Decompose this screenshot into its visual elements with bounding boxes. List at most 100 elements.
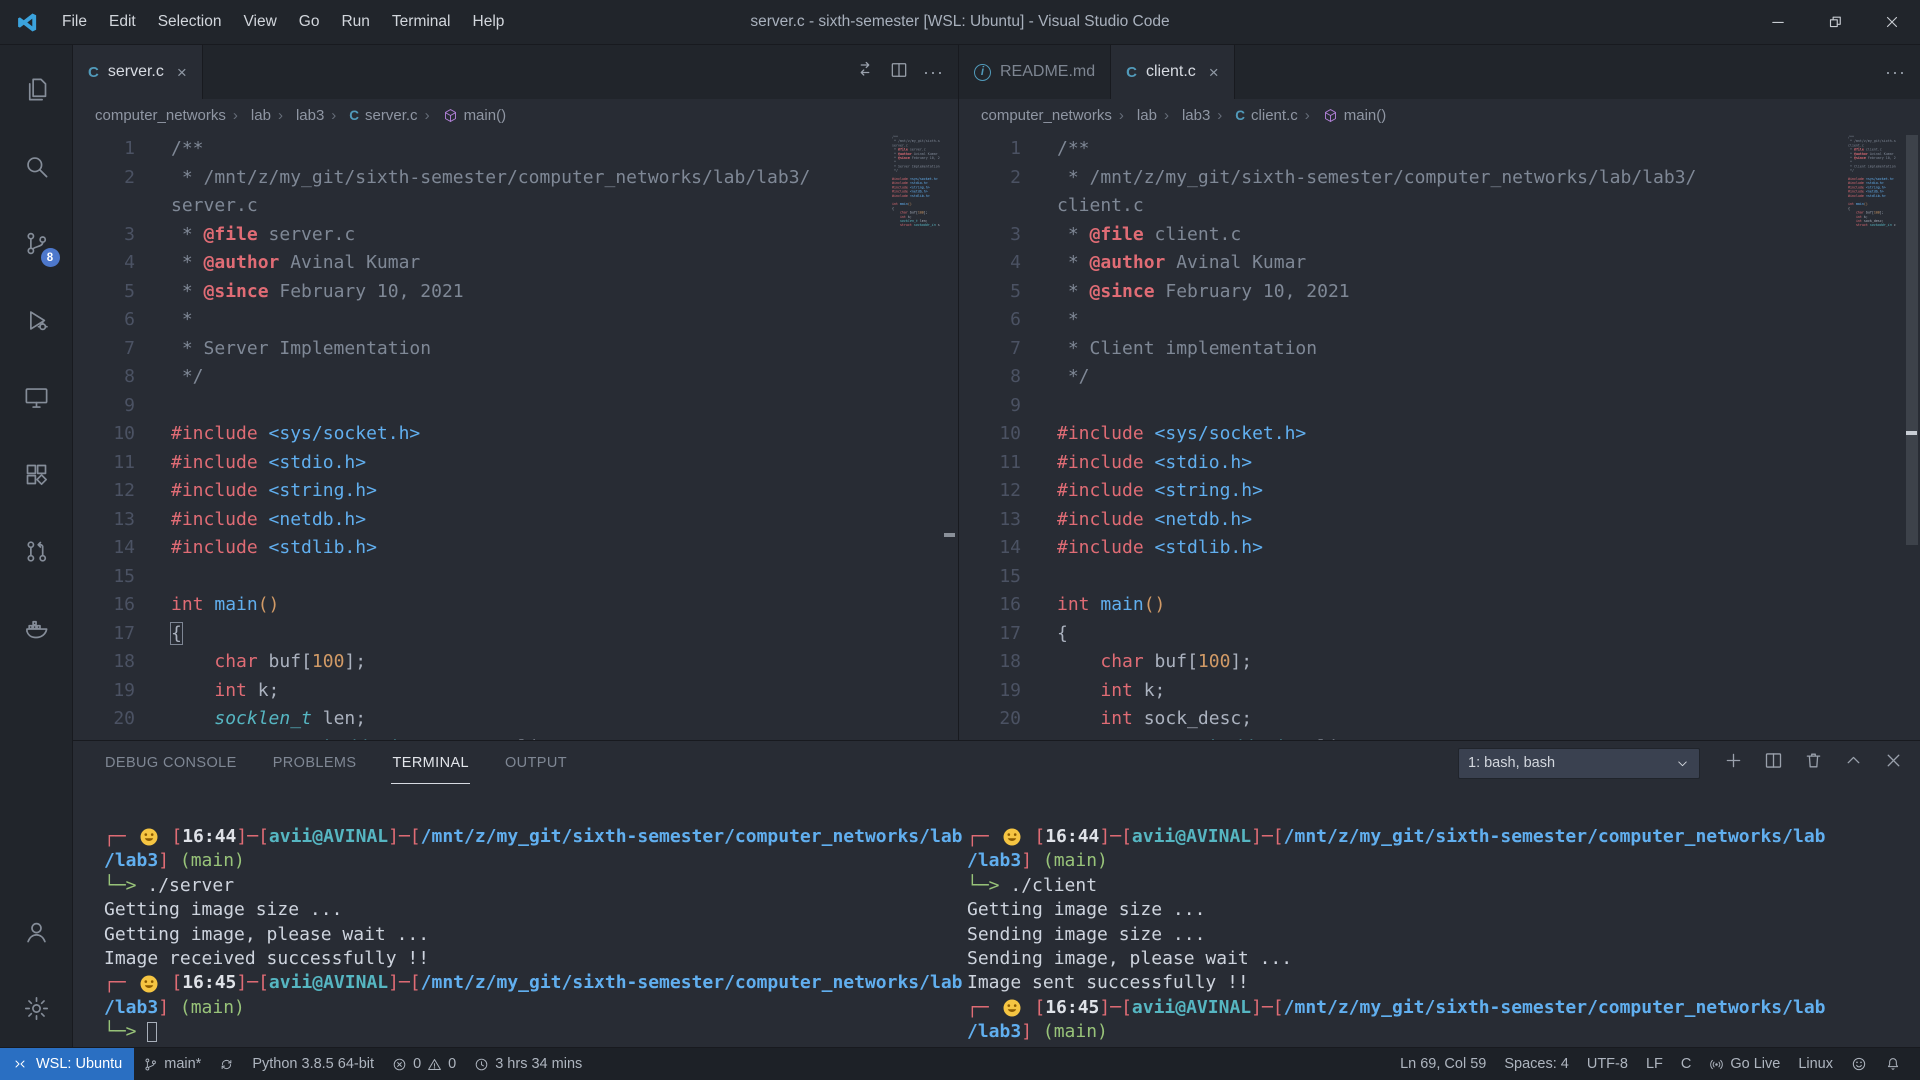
terminal-line[interactable]: ┌─ [16:44]─[avii@AVINAL]─[/mnt/z/my_git/…	[967, 825, 1912, 849]
terminal-server[interactable]: ┌─ [16:44]─[avii@AVINAL]─[/mnt/z/my_git/…	[104, 825, 962, 1044]
terminal-line[interactable]: /lab3] (main)	[967, 1020, 1912, 1044]
new-terminal-icon[interactable]	[1723, 750, 1744, 776]
code-line[interactable]: 10#include <sys/socket.h>	[959, 420, 1920, 449]
breadcrumb-symbol[interactable]: main()	[1305, 107, 1387, 124]
code-line[interactable]: 7 * Client implementation	[959, 335, 1920, 364]
code-line[interactable]: 20 int sock_desc;	[959, 705, 1920, 734]
breadcrumb-folder[interactable]: lab3	[1164, 107, 1210, 124]
notifications-bell-icon[interactable]	[1876, 1056, 1910, 1072]
extensions-icon[interactable]	[0, 436, 73, 513]
close-tab-icon[interactable]: ×	[177, 64, 187, 81]
terminal-line[interactable]: Image sent successfully !!	[967, 971, 1912, 995]
breadcrumb-folder[interactable]: lab	[1119, 107, 1157, 124]
run-debug-icon[interactable]	[0, 282, 73, 359]
code-line[interactable]: 8 */	[73, 363, 958, 392]
code-line[interactable]: 19 int k;	[959, 677, 1920, 706]
terminal-line[interactable]: Getting image, please wait ...	[104, 923, 962, 947]
breadcrumb-folder[interactable]: lab3	[278, 107, 324, 124]
eol-status[interactable]: LF	[1637, 1056, 1672, 1072]
code-line[interactable]: 15	[959, 563, 1920, 592]
code-line[interactable]: 14#include <stdlib.h>	[959, 534, 1920, 563]
language-mode-status[interactable]: C	[1672, 1056, 1700, 1072]
code-time-status[interactable]: 3 hrs 34 mins	[465, 1056, 591, 1072]
breadcrumb-folder[interactable]: computer_networks	[981, 107, 1112, 124]
code-line[interactable]: 6 *	[959, 306, 1920, 335]
accounts-icon[interactable]	[0, 893, 73, 970]
code-line[interactable]: 9	[73, 392, 958, 421]
menu-go[interactable]: Go	[288, 8, 331, 36]
code-line[interactable]: 13#include <netdb.h>	[73, 506, 958, 535]
code-editor-server[interactable]: 1/**2 * /mnt/z/my_git/sixth-semester/com…	[73, 131, 958, 740]
panel-tab-debug-console[interactable]: DEBUG CONSOLE	[104, 743, 238, 784]
breadcrumb-symbol[interactable]: main()	[425, 107, 507, 124]
tab-readme-md[interactable]: i README.md	[959, 45, 1111, 99]
maximize-panel-icon[interactable]	[1843, 750, 1864, 776]
encoding-status[interactable]: UTF-8	[1578, 1056, 1637, 1072]
tab-server-c[interactable]: C server.c ×	[73, 45, 203, 99]
terminal-client[interactable]: ┌─ [16:44]─[avii@AVINAL]─[/mnt/z/my_git/…	[967, 825, 1912, 1044]
code-line[interactable]: 15	[73, 563, 958, 592]
code-line[interactable]: 17{	[73, 620, 958, 649]
search-icon[interactable]	[0, 128, 73, 205]
code-line[interactable]: 4 * @author Avinal Kumar	[73, 249, 958, 278]
breadcrumb-folder[interactable]: lab	[233, 107, 271, 124]
minimap[interactable]: /** * /mnt/z/my_git/sixth-semester/compu…	[1848, 135, 1896, 435]
close-tab-icon[interactable]: ×	[1209, 64, 1219, 81]
restore-button[interactable]	[1806, 0, 1863, 44]
menu-file[interactable]: File	[51, 8, 98, 36]
terminal-line[interactable]: /lab3] (main)	[104, 849, 962, 873]
close-panel-icon[interactable]	[1883, 750, 1904, 776]
code-line[interactable]: 7 * Server Implementation	[73, 335, 958, 364]
menu-run[interactable]: Run	[330, 8, 380, 36]
go-live-status[interactable]: Go Live	[1700, 1056, 1789, 1072]
remote-explorer-icon[interactable]	[0, 359, 73, 436]
code-line[interactable]: 1/**	[73, 135, 958, 164]
feedback-smiley-icon[interactable]	[1842, 1056, 1876, 1072]
tab-client-c[interactable]: C client.c ×	[1111, 45, 1235, 99]
code-line[interactable]: 2 * /mnt/z/my_git/sixth-semester/compute…	[73, 164, 958, 193]
minimize-button[interactable]	[1749, 0, 1806, 44]
code-line[interactable]: 3 * @file client.c	[959, 221, 1920, 250]
code-line[interactable]: 17{	[959, 620, 1920, 649]
code-line[interactable]: 4 * @author Avinal Kumar	[959, 249, 1920, 278]
close-window-button[interactable]	[1863, 0, 1920, 44]
docker-icon[interactable]	[0, 590, 73, 667]
code-line[interactable]: 12#include <string.h>	[73, 477, 958, 506]
editor-scrollbar[interactable]	[1906, 135, 1918, 545]
terminal-line[interactable]: /lab3] (main)	[104, 996, 962, 1020]
code-line[interactable]: 13#include <netdb.h>	[959, 506, 1920, 535]
sync-status[interactable]	[210, 1057, 243, 1072]
github-pr-icon[interactable]	[0, 513, 73, 590]
python-interpreter-status[interactable]: Python 3.8.5 64-bit	[243, 1056, 383, 1072]
code-line[interactable]: 9	[959, 392, 1920, 421]
terminal-picker[interactable]: 1: bash, bash	[1458, 748, 1700, 779]
code-editor-client[interactable]: 1/**2 * /mnt/z/my_git/sixth-semester/com…	[959, 131, 1920, 740]
terminal-line[interactable]: └─> ./server	[104, 874, 962, 898]
more-actions-icon[interactable]: ···	[923, 62, 944, 83]
open-changes-icon[interactable]	[855, 60, 875, 85]
terminal-line[interactable]: ┌─ [16:45]─[avii@AVINAL]─[/mnt/z/my_git/…	[967, 996, 1912, 1020]
panel-tab-terminal[interactable]: TERMINAL	[391, 743, 470, 784]
cursor-position-status[interactable]: Ln 69, Col 59	[1391, 1056, 1495, 1072]
indentation-status[interactable]: Spaces: 4	[1495, 1056, 1578, 1072]
terminal-line[interactable]: /lab3] (main)	[967, 849, 1912, 873]
menu-selection[interactable]: Selection	[147, 8, 233, 36]
code-line[interactable]: 11#include <stdio.h>	[959, 449, 1920, 478]
code-line[interactable]: 2 * /mnt/z/my_git/sixth-semester/compute…	[959, 164, 1920, 193]
menu-terminal[interactable]: Terminal	[381, 8, 462, 36]
more-actions-icon[interactable]: ···	[1885, 62, 1906, 83]
code-line[interactable]: 6 *	[73, 306, 958, 335]
breadcrumb-file[interactable]: C server.c	[331, 107, 417, 124]
terminal-line[interactable]: └─>	[104, 1020, 962, 1044]
source-control-icon[interactable]: 8	[0, 205, 73, 282]
minimap[interactable]: /** * /mnt/z/my_git/sixth-semester/compu…	[892, 135, 940, 435]
terminal-line[interactable]: ┌─ [16:45]─[avii@AVINAL]─[/mnt/z/my_git/…	[104, 971, 962, 995]
code-line[interactable]: 18 char buf[100];	[73, 648, 958, 677]
code-line[interactable]: 5 * @since February 10, 2021	[959, 278, 1920, 307]
menu-help[interactable]: Help	[462, 8, 516, 36]
breadcrumb-folder[interactable]: computer_networks	[95, 107, 226, 124]
terminal-line[interactable]: Sending image, please wait ...	[967, 947, 1912, 971]
os-status[interactable]: Linux	[1789, 1056, 1842, 1072]
code-line[interactable]: 5 * @since February 10, 2021	[73, 278, 958, 307]
terminal-line[interactable]: Sending image size ...	[967, 923, 1912, 947]
